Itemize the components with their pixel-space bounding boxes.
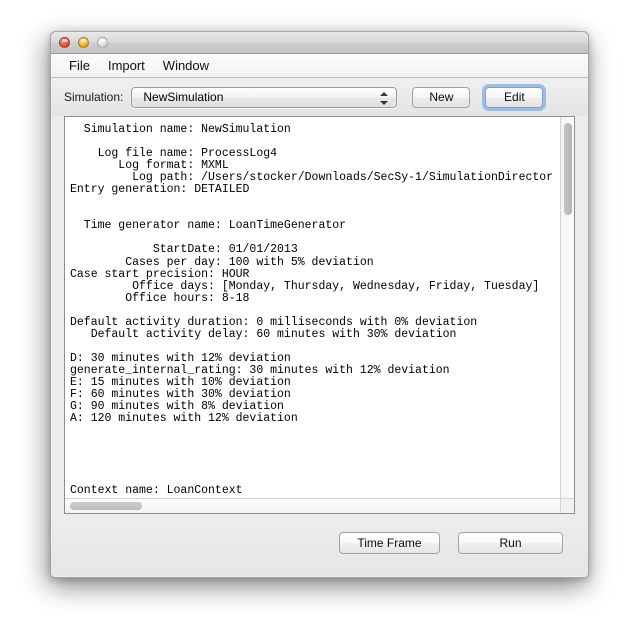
content-area: Simulation name: NewSimulation Log file …	[51, 116, 588, 520]
horizontal-scrollbar[interactable]	[65, 498, 560, 513]
application-window: File Import Window Simulation: NewSimula…	[50, 31, 589, 578]
simulation-details-pane: Simulation name: NewSimulation Log file …	[64, 116, 575, 514]
detail-line: Office hours: 8-18	[70, 291, 250, 305]
desktop-background: File Import Window Simulation: NewSimula…	[0, 0, 634, 637]
time-frame-button[interactable]: Time Frame	[339, 532, 440, 554]
close-button[interactable]	[59, 37, 70, 48]
window-titlebar[interactable]	[51, 32, 588, 54]
edit-button[interactable]: Edit	[485, 86, 544, 108]
detail-line	[70, 461, 560, 473]
detail-line: Default activity duration: 0 millisecond…	[70, 315, 478, 329]
updown-chevron-icon	[380, 91, 389, 106]
vertical-scrollbar[interactable]	[560, 117, 574, 499]
simulation-details-text[interactable]: Simulation name: NewSimulation Log file …	[65, 117, 560, 499]
simulation-toolbar: Simulation: NewSimulation New Edit	[51, 78, 588, 116]
vertical-scrollbar-thumb[interactable]	[564, 123, 572, 215]
new-button[interactable]: New	[412, 86, 471, 108]
menu-bar: File Import Window	[51, 54, 588, 78]
horizontal-scrollbar-thumb[interactable]	[70, 502, 142, 510]
detail-line	[70, 196, 560, 208]
detail-line: Default activity delay: 60 minutes with …	[70, 327, 457, 341]
footer-bar: Time Frame Run	[51, 520, 588, 576]
zoom-button[interactable]	[97, 37, 108, 48]
simulation-select[interactable]: NewSimulation	[131, 86, 398, 108]
scrollbar-corner	[560, 498, 574, 513]
detail-line: Office days: [Monday, Thursday, Wednesda…	[70, 279, 540, 293]
detail-line	[70, 437, 560, 449]
detail-line: A: 120 minutes with 12% deviation	[70, 412, 298, 426]
detail-line	[70, 449, 560, 461]
detail-line	[70, 425, 560, 437]
detail-line: StartDate: 01/01/2013	[70, 243, 298, 257]
detail-line: Entry generation: DETAILED	[70, 183, 250, 197]
menu-item-window[interactable]: Window	[154, 56, 218, 76]
simulation-select-value: NewSimulation	[143, 90, 224, 104]
menu-item-import[interactable]: Import	[99, 56, 154, 76]
detail-line: Context name: LoanContext	[70, 484, 243, 498]
menu-item-file[interactable]: File	[60, 56, 99, 76]
detail-line: Cases per day: 100 with 5% deviation	[70, 255, 374, 269]
simulation-label: Simulation:	[64, 90, 124, 104]
detail-line: Case start precision: HOUR	[70, 267, 250, 281]
detail-line: Time generator name: LoanTimeGenerator	[70, 219, 347, 233]
minimize-button[interactable]	[78, 37, 89, 48]
detail-line	[70, 305, 560, 317]
run-button[interactable]: Run	[458, 532, 563, 554]
detail-line: Simulation name: NewSimulation	[70, 123, 291, 136]
